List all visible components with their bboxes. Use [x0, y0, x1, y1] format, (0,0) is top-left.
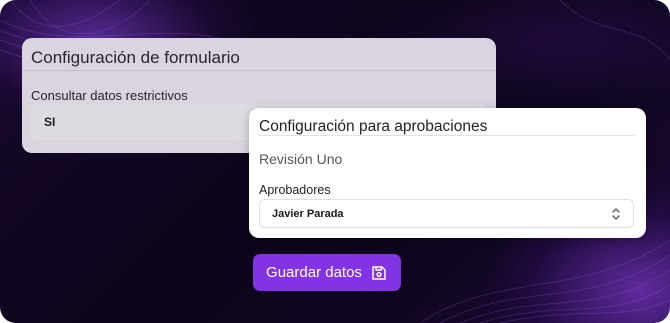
approvals-subtitle: Revisión Uno [259, 151, 343, 167]
approvers-label: Aprobadores [259, 183, 331, 197]
app-background: Configuración de formulario Consultar da… [0, 0, 670, 323]
approvals-divider [259, 135, 635, 136]
approvals-card: Configuración para aprobaciones Revisión… [249, 108, 646, 238]
form-config-header: Configuración de formulario [22, 38, 496, 71]
floppy-disk-icon [372, 265, 386, 280]
approvers-selected-value: Javier Parada [272, 207, 344, 220]
restricted-data-label: Consultar datos restrictivos [31, 88, 188, 103]
save-data-button[interactable]: Guardar datos [253, 254, 401, 291]
approvals-title: Configuración para aprobaciones [259, 118, 488, 135]
chevron-up-down-icon [612, 208, 620, 220]
approvers-select[interactable]: Javier Parada [259, 199, 634, 228]
restricted-data-value: SI [44, 115, 56, 129]
save-button-label: Guardar datos [266, 264, 362, 281]
form-config-title: Configuración de formulario [31, 48, 240, 67]
